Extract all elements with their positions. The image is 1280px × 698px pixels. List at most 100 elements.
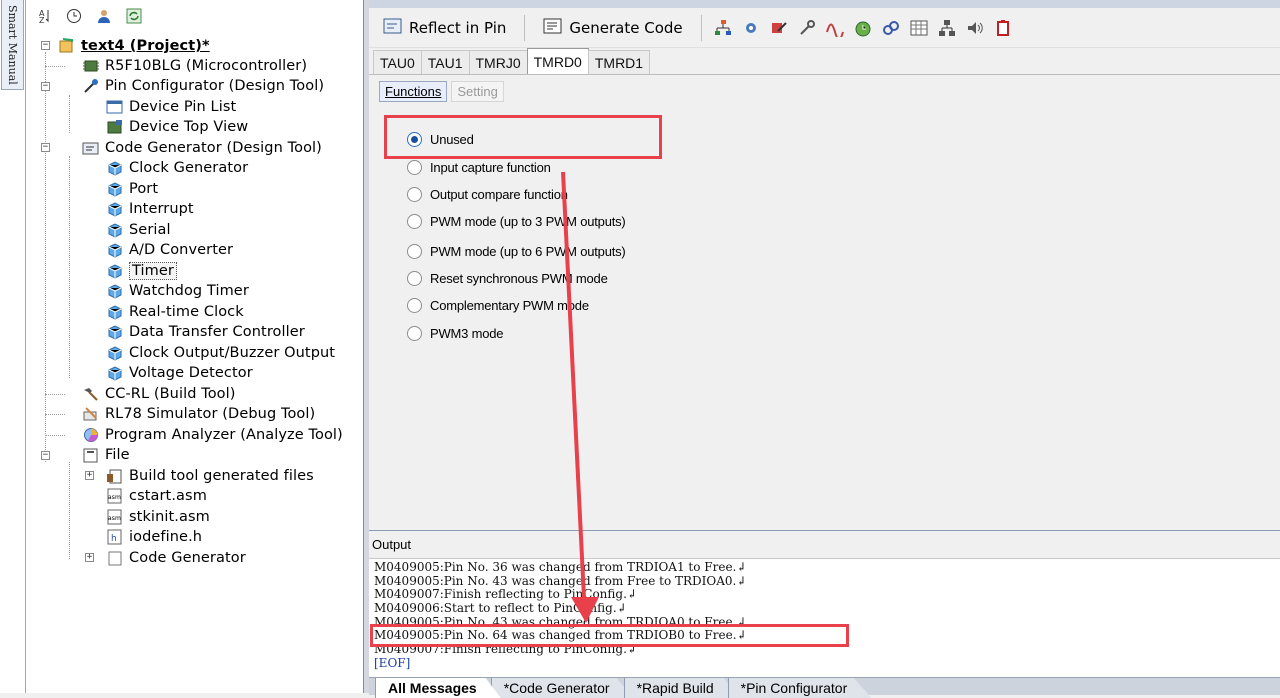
hammer-icon	[82, 386, 100, 402]
table-icon[interactable]	[908, 17, 930, 39]
clock-icon[interactable]	[64, 6, 84, 26]
tab-rapid-build[interactable]: *Rapid Build	[623, 678, 738, 698]
tree-structure-icon[interactable]	[712, 17, 734, 39]
tab-tmrd0[interactable]: TMRD0	[526, 48, 589, 74]
tree-item-data-transfer-controller[interactable]: Data Transfer Controller	[106, 322, 305, 342]
tree-pin-configurator-node[interactable]: Pin Configurator (Design Tool)	[82, 76, 324, 96]
tree-code-generator-node[interactable]: Code Generator (Design Tool)	[82, 138, 322, 158]
radio-output-compare[interactable]: Output compare function	[407, 184, 568, 204]
tab-setting[interactable]: Setting	[451, 81, 504, 102]
radio-complementary-pwm[interactable]: Complementary PWM mode	[407, 295, 589, 315]
tree-debug-tool-node[interactable]: RL78 Simulator (Debug Tool)	[82, 404, 315, 424]
asm-file-icon: asm	[106, 488, 124, 504]
tree-microcontroller-node[interactable]: R5F10BLG (Microcontroller)	[82, 56, 307, 76]
tree-device-top-view[interactable]: Device Top View	[106, 117, 248, 137]
tree-item-interrupt[interactable]: Interrupt	[106, 199, 194, 219]
code-generator-icon	[82, 140, 100, 156]
tab-code-generator-output[interactable]: *Code Generator	[490, 678, 634, 698]
tree-file-stkinit[interactable]: asm stkinit.asm	[106, 507, 210, 527]
tree-item-port[interactable]: Port	[106, 179, 158, 199]
tab-tau1[interactable]: TAU1	[420, 50, 470, 74]
tree-file-cstart[interactable]: asm cstart.asm	[106, 486, 207, 506]
log-line: M0409005:Pin No. 36 was changed from TRD…	[374, 560, 747, 574]
timer-icon[interactable]	[852, 17, 874, 39]
cube-icon	[106, 283, 124, 299]
pin-config-collapse-toggle[interactable]: −	[41, 82, 50, 91]
tree-build-tool-node[interactable]: CC-RL (Build Tool)	[82, 384, 236, 404]
generate-code-button[interactable]: Generate Code	[535, 13, 690, 43]
tree-file-node[interactable]: File	[82, 445, 130, 465]
tree-item-voltage-detector[interactable]: Voltage Detector	[106, 363, 253, 383]
output-log[interactable]: M0409005:Pin No. 36 was changed from TRD…	[374, 560, 1274, 671]
edit-pen-icon[interactable]	[768, 17, 790, 39]
radio-input-capture[interactable]: Input capture function	[407, 157, 551, 177]
tab-tmrj0[interactable]: TMRJ0	[468, 50, 528, 74]
reflect-in-pin-button[interactable]: Reflect in Pin	[375, 13, 514, 43]
tab-tau0[interactable]: TAU0	[373, 50, 422, 74]
build-files-expand-toggle[interactable]: +	[85, 471, 94, 480]
smart-manual-tab[interactable]: Smart Manual	[1, 0, 24, 90]
wrench-icon[interactable]	[796, 17, 818, 39]
tree-item-ad-converter[interactable]: A/D Converter	[106, 240, 233, 260]
tab-pin-configurator-output[interactable]: *Pin Configurator	[727, 678, 872, 698]
radio-button[interactable]	[407, 270, 422, 286]
tree-item-real-time-clock[interactable]: Real-time Clock	[106, 302, 244, 322]
tree-file-iodefine[interactable]: h iodefine.h	[106, 527, 202, 547]
output-panel: Output M0409005:Pin No. 36 was changed f…	[369, 530, 1280, 698]
radio-button[interactable]	[407, 159, 422, 175]
pie-chart-icon	[82, 427, 100, 443]
tree-file-code-generator[interactable]: Code Generator	[106, 548, 246, 568]
folder-icon	[82, 447, 100, 463]
tree-item-clock-generator[interactable]: Clock Generator	[106, 158, 248, 178]
chip-view-icon	[106, 119, 124, 135]
radio-pwm-3[interactable]: PWM mode (up to 3 PWM outputs)	[407, 211, 626, 231]
code-generator-files-expand-toggle[interactable]: +	[85, 553, 94, 562]
radio-reset-sync-pwm[interactable]: Reset synchronous PWM mode	[407, 268, 608, 288]
code-generator-toolbar: Reflect in Pin Generate Code	[369, 8, 1280, 48]
sort-icon[interactable]: AZ	[34, 6, 54, 26]
radio-button[interactable]	[407, 325, 422, 341]
tree-toolbar: AZ	[26, 0, 363, 32]
tab-all-messages[interactable]: All Messages	[375, 678, 501, 698]
radio-button[interactable]	[407, 186, 422, 202]
file-collapse-toggle[interactable]: −	[41, 451, 50, 460]
tree-device-pin-list[interactable]: Device Pin List	[106, 97, 236, 117]
network-icon[interactable]	[936, 17, 958, 39]
tree-analyze-tool-node[interactable]: Program Analyzer (Analyze Tool)	[82, 425, 343, 445]
radio-button[interactable]	[407, 243, 422, 259]
settings-gear-icon[interactable]	[740, 17, 762, 39]
project-collapse-toggle[interactable]: −	[41, 41, 50, 50]
tree-build-generated-files[interactable]: Build tool generated files	[106, 466, 314, 486]
radio-button[interactable]	[407, 297, 422, 313]
tab-tmrd1[interactable]: TMRD1	[587, 50, 651, 74]
svg-text:h: h	[111, 534, 117, 544]
radio-button[interactable]	[407, 213, 422, 229]
tree-item-clock-output[interactable]: Clock Output/Buzzer Output	[106, 343, 335, 363]
tab-functions[interactable]: Functions	[379, 81, 448, 102]
annotation-box-log-line	[370, 624, 849, 647]
radio-pwm-6[interactable]: PWM mode (up to 6 PWM outputs)	[407, 241, 626, 261]
peripheral-tabs: TAU0 TAU1 TMRJ0 TMRD0 TMRD1	[373, 48, 651, 74]
tree-project-node[interactable]: text4 (Project)*	[58, 36, 210, 56]
reflect-pin-icon	[383, 17, 403, 39]
output-tabs: All Messages *Code Generator *Rapid Buil…	[369, 677, 1280, 698]
tree-item-serial[interactable]: Serial	[106, 220, 171, 240]
link-icon[interactable]	[880, 17, 902, 39]
code-gen-collapse-toggle[interactable]: −	[41, 143, 50, 152]
tree-item-watchdog-timer[interactable]: Watchdog Timer	[106, 281, 249, 301]
radio-pwm3[interactable]: PWM3 mode	[407, 323, 504, 343]
refresh-icon[interactable]	[124, 6, 144, 26]
wave-icon[interactable]	[824, 17, 846, 39]
battery-icon[interactable]	[992, 17, 1014, 39]
cube-icon	[106, 222, 124, 238]
log-line: M0409007:Finish reflecting to PinConfig.…	[374, 587, 637, 602]
cube-icon	[106, 365, 124, 381]
code-generator-main: Reflect in Pin Generate Code TAU0 TAU1 T…	[369, 0, 1280, 530]
output-title: Output	[369, 531, 1280, 559]
log-eof: [EOF]	[374, 655, 411, 670]
generate-code-icon	[543, 17, 563, 39]
tree-item-timer[interactable]: Timer	[106, 261, 177, 281]
speaker-icon[interactable]	[964, 17, 986, 39]
user-icon[interactable]	[94, 6, 114, 26]
cube-icon	[106, 345, 124, 361]
